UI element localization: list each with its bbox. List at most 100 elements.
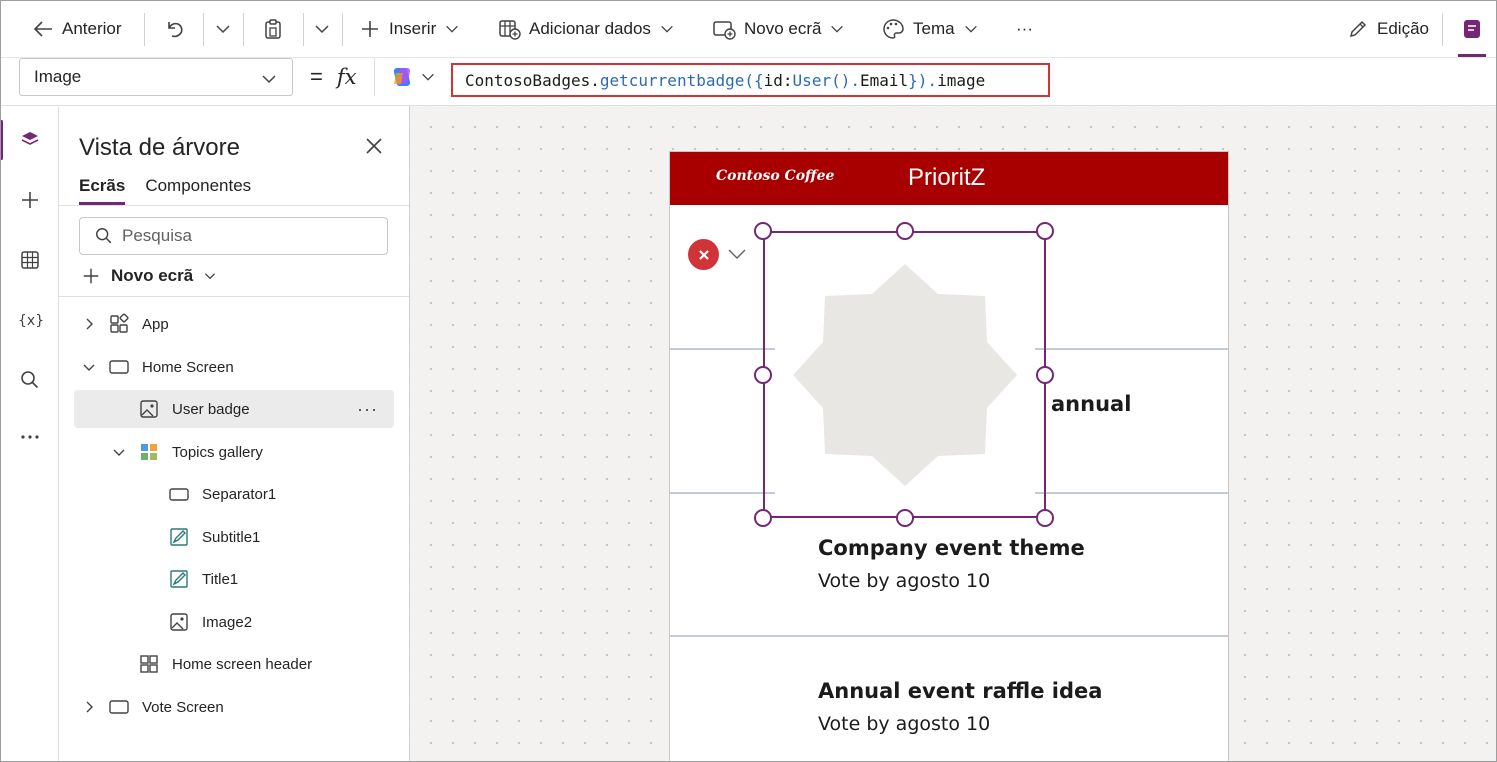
toolbar-divider: [144, 13, 145, 46]
new-screen-label: Novo ecrã: [111, 266, 194, 285]
resize-handle[interactable]: [1036, 366, 1054, 384]
tree-node-topics-gallery[interactable]: Topics gallery: [110, 433, 263, 471]
topic-title[interactable]: Annual event raffle idea: [818, 679, 1102, 703]
variable-icon: {x}: [18, 313, 43, 329]
formula-token: ContosoBadges: [465, 70, 591, 90]
tree-node-user-badge[interactable]: User badge ···: [74, 390, 394, 428]
app-notes-button[interactable]: [1460, 0, 1484, 58]
topic-title[interactable]: Company event theme: [818, 536, 1085, 560]
search-placeholder: Pesquisa: [122, 226, 192, 245]
resize-handle[interactable]: [754, 509, 772, 527]
screen-icon: [108, 356, 130, 378]
insert-button[interactable]: Inserir: [359, 0, 460, 58]
property-value: Image: [34, 67, 82, 86]
node-label: Topics gallery: [172, 443, 263, 461]
formula-token: User: [792, 70, 832, 90]
tab-components[interactable]: Componentes: [145, 176, 251, 205]
theme-button[interactable]: Tema: [881, 0, 979, 58]
resize-handle[interactable]: [1036, 509, 1054, 527]
svg-text:{x}: {x}: [18, 313, 43, 329]
more-commands-button[interactable]: ···: [1016, 0, 1033, 58]
resize-handle[interactable]: [754, 222, 772, 240]
notebook-icon: [1464, 20, 1480, 38]
chevron-down-icon[interactable]: [80, 360, 98, 374]
palette-icon: [883, 19, 904, 39]
resize-handle[interactable]: [1036, 222, 1054, 240]
formula-token: Email: [859, 70, 909, 90]
tree-node-subtitle1[interactable]: Subtitle1: [140, 518, 260, 556]
resize-handle[interactable]: [896, 509, 914, 527]
gallery-icon: [138, 441, 160, 463]
search-input[interactable]: Pesquisa: [79, 217, 388, 255]
resize-handle[interactable]: [754, 366, 772, 384]
add-data-label: Adicionar dados: [529, 19, 651, 38]
chevron-down-icon: [422, 73, 434, 81]
back-button[interactable]: Anterior: [32, 0, 122, 58]
toolbar-divider: [303, 13, 304, 46]
tree-view-tab[interactable]: [0, 115, 59, 165]
contoso-logo: Contoso Coffee: [716, 168, 835, 184]
tree-node-image2[interactable]: Image2: [140, 603, 252, 641]
formula-bar: Image = fx ContosoBadges. getcurrentbadge…: [0, 58, 1497, 106]
undo-icon: [168, 22, 183, 38]
formula-input[interactable]: ContosoBadges. getcurrentbadge({id: User()…: [451, 63, 1050, 97]
tree-node-app[interactable]: App: [80, 305, 169, 343]
search-icon: [20, 371, 38, 389]
insert-tab[interactable]: [0, 175, 59, 225]
row-separator: [670, 635, 1228, 637]
more-options-icon[interactable]: ···: [357, 399, 378, 420]
node-label: Image2: [202, 613, 253, 631]
fx-group: = fx: [310, 64, 356, 90]
copilot-button[interactable]: [374, 58, 451, 96]
tree-node-title1[interactable]: Title1: [140, 560, 238, 598]
chevron-down-icon: [831, 25, 844, 33]
error-dropdown[interactable]: [727, 246, 747, 267]
new-screen-button[interactable]: Novo ecrã: [81, 266, 217, 286]
close-icon: [366, 138, 382, 154]
close-button[interactable]: [363, 135, 385, 162]
tree-node-vote-screen[interactable]: Vote Screen: [80, 688, 224, 726]
back-label: Anterior: [62, 19, 122, 38]
chevron-right-icon[interactable]: [80, 700, 98, 714]
paste-dropdown[interactable]: [313, 0, 331, 58]
more-tab[interactable]: [0, 412, 59, 462]
active-indicator: [1458, 54, 1486, 57]
fx-icon[interactable]: fx: [337, 65, 357, 89]
toolbar-divider: [1442, 13, 1443, 46]
arrow-left-icon: [33, 21, 52, 37]
tree-node-home-screen[interactable]: Home Screen: [80, 348, 234, 386]
undo-dropdown[interactable]: [214, 0, 232, 58]
chevron-right-icon[interactable]: [80, 317, 98, 331]
search-tab[interactable]: [0, 355, 59, 405]
plus-icon: [362, 21, 378, 37]
tab-screens[interactable]: Ecrãs: [79, 176, 126, 205]
node-label: Home screen header: [172, 655, 313, 673]
app-icon: [108, 313, 130, 335]
resize-handle[interactable]: [896, 222, 914, 240]
topic-title[interactable]: annual: [1051, 392, 1131, 416]
variables-tab[interactable]: {x}: [0, 295, 59, 345]
undo-button[interactable]: [164, 0, 186, 58]
more-label: ···: [1016, 19, 1033, 38]
chevron-down-icon: [661, 25, 673, 33]
toolbar-divider: [342, 13, 343, 46]
formula-token: image: [937, 70, 986, 90]
add-data-button[interactable]: Adicionar dados: [497, 0, 675, 58]
edit-mode-button[interactable]: Edição: [1347, 0, 1429, 58]
component-icon: [138, 653, 160, 675]
label-icon: [168, 526, 190, 548]
more-icon: [20, 435, 39, 439]
tree-node-home-screen-header[interactable]: Home screen header: [110, 645, 312, 683]
layers-icon: [21, 132, 38, 145]
property-dropdown[interactable]: Image: [19, 58, 293, 96]
formula-token: :: [782, 70, 793, 90]
rectangle-icon: [168, 483, 190, 505]
error-indicator[interactable]: [688, 239, 719, 270]
formula-token: getcurrentbadge: [599, 70, 745, 90]
new-screen-button[interactable]: Novo ecrã: [712, 0, 845, 58]
edit-label: Edição: [1377, 19, 1429, 38]
chevron-down-icon[interactable]: [110, 445, 128, 459]
data-tab[interactable]: [0, 235, 59, 285]
paste-button[interactable]: [262, 0, 284, 58]
tree-node-separator1[interactable]: Separator1: [140, 475, 276, 513]
